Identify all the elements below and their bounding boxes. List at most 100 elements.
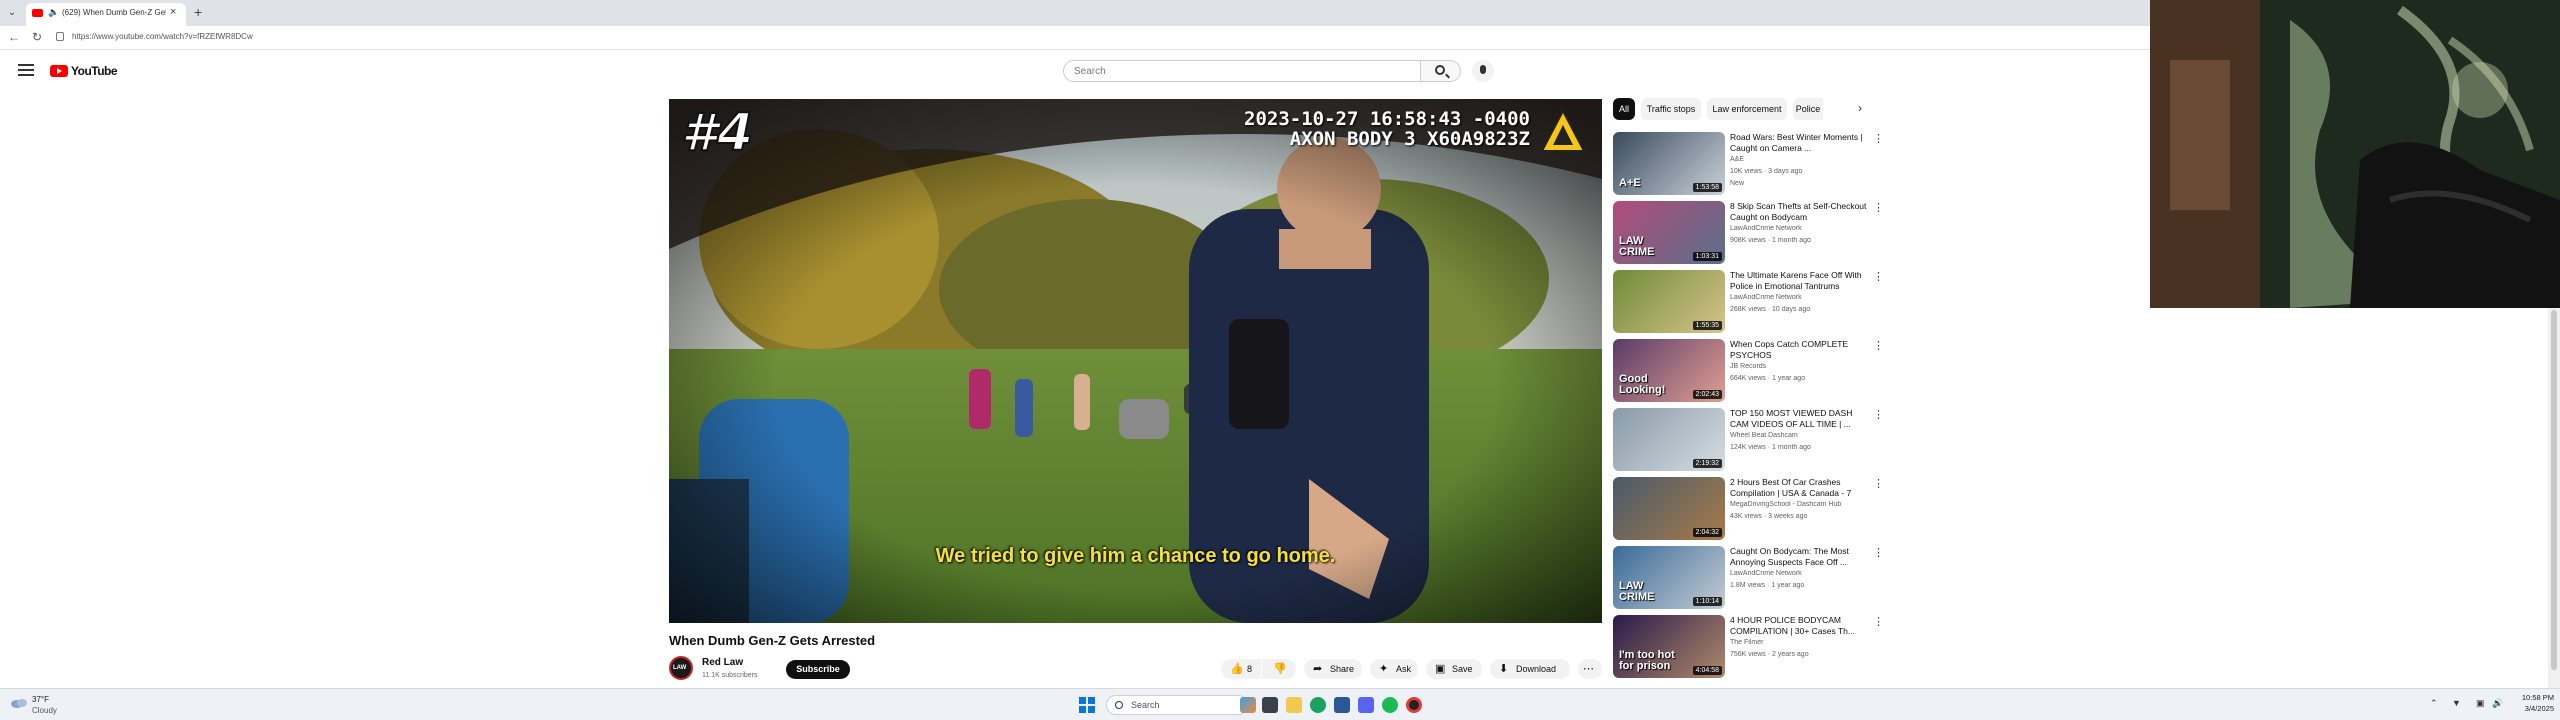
- recommendation-channel[interactable]: JB Records: [1730, 363, 1870, 370]
- app-icon[interactable]: [1334, 697, 1350, 713]
- taskbar-search[interactable]: Search: [1106, 695, 1248, 715]
- clock-date: 3/4/2025: [2524, 704, 2554, 713]
- channel-name[interactable]: Red Law: [702, 657, 743, 668]
- windows-start-icon[interactable]: [1079, 697, 1095, 713]
- recommendation-channel[interactable]: LawAndCrime Network: [1730, 294, 1870, 301]
- page-scrollbar[interactable]: [2548, 308, 2560, 688]
- recommendation-item[interactable]: Good Looking! 2:02:43 When Cops Catch COMP…: [1613, 339, 1883, 403]
- download-button[interactable]: ⬇ Download: [1490, 659, 1570, 679]
- recommendation-item[interactable]: 1:55:35 The Ultimate Karens Face Off With…: [1613, 270, 1883, 334]
- recommendation-channel[interactable]: MegaDrivingSchool - Dashcam Hub: [1730, 501, 1870, 508]
- mouse-cursor-icon: [2016, 517, 2022, 527]
- tab-list-chevron-icon[interactable]: ⌄: [4, 5, 20, 21]
- chrome-icon[interactable]: [1310, 697, 1326, 713]
- recommendation-item[interactable]: 2:04:32 2 Hours Best Of Car Crashes Compi…: [1613, 477, 1883, 541]
- recommendation-title[interactable]: The Ultimate Karens Face Off With Police…: [1730, 270, 1870, 292]
- recommendation-title[interactable]: TOP 150 MOST VIEWED DASH CAM VIDEOS OF A…: [1730, 408, 1870, 430]
- chips-next-arrow-icon[interactable]: ›: [1858, 101, 1862, 115]
- more-vertical-icon[interactable]: ⋮: [1873, 546, 1883, 559]
- tab-close-icon[interactable]: ×: [170, 6, 176, 18]
- volume-icon[interactable]: 🔊: [2492, 698, 2503, 709]
- more-actions-button[interactable]: ⋯: [1578, 659, 1602, 679]
- recommendation-thumbnail[interactable]: 2:04:32: [1613, 477, 1725, 540]
- recommendation-title[interactable]: 8 Skip Scan Thefts at Self-Checkout Caug…: [1730, 201, 1870, 223]
- recommendation-thumbnail[interactable]: 1:55:35: [1613, 270, 1725, 333]
- taskbar-clock[interactable]: 10:58 PM 3/4/2025: [2510, 693, 2554, 713]
- task-view-icon[interactable]: [1262, 697, 1278, 713]
- recommendation-channel[interactable]: The Filmer: [1730, 639, 1870, 646]
- recommendation-item[interactable]: A+E 1:53:58 Road Wars: Best Winter Moments…: [1613, 132, 1883, 196]
- save-button[interactable]: ▣ Save: [1426, 659, 1482, 679]
- recommendation-channel[interactable]: LawAndCrime Network: [1730, 570, 1870, 577]
- weather-widget[interactable]: 37°F Cloudy: [10, 694, 90, 716]
- like-button[interactable]: 👍 8: [1221, 659, 1261, 679]
- browser-tab-active[interactable]: 🔈 (629) When Dumb Gen-Z Gets Arrested - …: [26, 3, 186, 26]
- bodycam-overlay: 2023-10-27 16:58:43 -0400 AXON BODY 3 X6…: [1244, 109, 1530, 149]
- recommendation-thumbnail[interactable]: A+E 1:53:58: [1613, 132, 1725, 195]
- taskbar-search-label: Search: [1131, 700, 1160, 710]
- recommendation-title[interactable]: Caught On Bodycam: The Most Annoying Sus…: [1730, 546, 1870, 568]
- spotify-icon[interactable]: [1382, 697, 1398, 713]
- clock-time: 10:58 PM: [2521, 693, 2554, 702]
- hamburger-menu-icon[interactable]: [18, 64, 34, 78]
- url-field[interactable]: https://www.youtube.com/watch?v=fRZEfWR8…: [52, 29, 1652, 46]
- chip-police[interactable]: Police: [1793, 98, 1823, 120]
- recommendation-thumbnail[interactable]: LAW CRIME 1:03:31: [1613, 201, 1725, 264]
- more-vertical-icon[interactable]: ⋮: [1873, 270, 1883, 283]
- back-arrow-icon[interactable]: ←: [8, 30, 20, 44]
- recommendation-item[interactable]: I'm too hot for prison 4:04:58 4 HOUR POLI…: [1613, 615, 1883, 679]
- chip-law-enforcement[interactable]: Law enforcement: [1707, 98, 1787, 120]
- recommendation-title[interactable]: 4 HOUR POLICE BODYCAM COMPILATION | 30+ …: [1730, 615, 1870, 637]
- recommendation-title[interactable]: Road Wars: Best Winter Moments | Caught …: [1730, 132, 1870, 154]
- recommendation-thumbnail[interactable]: Good Looking! 2:02:43: [1613, 339, 1725, 402]
- recommendation-thumbnail[interactable]: I'm too hot for prison 4:04:58: [1613, 615, 1725, 678]
- new-tab-button[interactable]: +: [194, 4, 202, 20]
- recommendation-stats: 664K views · 1 year ago: [1730, 375, 1806, 382]
- recommendation-item[interactable]: LAW CRIME 1:10:14 Caught On Bodycam: The M…: [1613, 546, 1883, 610]
- more-vertical-icon[interactable]: ⋮: [1873, 339, 1883, 352]
- ask-button[interactable]: ✦ Ask: [1370, 659, 1418, 679]
- recommendation-channel[interactable]: Wheel Beat Dashcam: [1730, 432, 1870, 439]
- more-vertical-icon[interactable]: ⋮: [1873, 615, 1883, 628]
- search-button[interactable]: [1421, 60, 1461, 82]
- more-vertical-icon[interactable]: ⋮: [1873, 132, 1883, 145]
- recommendation-thumbnail[interactable]: LAW CRIME 1:10:14: [1613, 546, 1725, 609]
- channel-avatar[interactable]: LAW: [669, 656, 693, 680]
- subscribe-button[interactable]: Subscribe: [786, 660, 850, 679]
- recommendation-title[interactable]: When Cops Catch COMPLETE PSYCHOS: [1730, 339, 1870, 361]
- recommendation-channel[interactable]: A&E: [1730, 156, 1870, 163]
- youtube-play-icon: [50, 65, 68, 77]
- discord-icon[interactable]: [1358, 697, 1374, 713]
- search-highlight-icon[interactable]: [1240, 697, 1256, 713]
- network-icon[interactable]: ▣: [2476, 698, 2485, 709]
- chip-traffic-stops[interactable]: Traffic stops: [1641, 98, 1701, 120]
- tab-title: (629) When Dumb Gen-Z Gets Arrested - Yo…: [62, 8, 166, 17]
- more-vertical-icon[interactable]: ⋮: [1873, 201, 1883, 214]
- recording-app-icon[interactable]: [1406, 697, 1422, 713]
- speaker-icon[interactable]: 🔈: [48, 7, 59, 18]
- more-vertical-icon[interactable]: ⋮: [1873, 477, 1883, 490]
- voice-search-button[interactable]: [1472, 60, 1494, 82]
- file-explorer-icon[interactable]: [1286, 697, 1302, 713]
- tray-chevron-icon[interactable]: ⌃: [2430, 698, 2438, 709]
- search-input[interactable]: Search: [1063, 60, 1421, 82]
- dislike-button[interactable]: 👎: [1262, 659, 1296, 679]
- recommendation-title[interactable]: 2 Hours Best Of Car Crashes Compilation …: [1730, 477, 1870, 499]
- channel-avatar-text: LAW: [673, 665, 687, 671]
- video-player[interactable]: #4 2023-10-27 16:58:43 -0400 AXON BODY 3…: [669, 99, 1602, 623]
- recommendation-channel[interactable]: LawAndCrime Network: [1730, 225, 1870, 232]
- recommendation-item[interactable]: 2:19:32 TOP 150 MOST VIEWED DASH CAM VIDE…: [1613, 408, 1883, 472]
- usb-icon[interactable]: ▼: [2452, 698, 2461, 708]
- bodycam-timestamp: 2023-10-27 16:58:43 -0400: [1244, 108, 1530, 130]
- recommendation-thumbnail[interactable]: 2:19:32: [1613, 408, 1725, 471]
- share-button[interactable]: ➦ Share: [1304, 659, 1362, 679]
- recommendation-item[interactable]: LAW CRIME 1:03:31 8 Skip Scan Thefts at Se…: [1613, 201, 1883, 265]
- screen: ⌄ 🔈 (629) When Dumb Gen-Z Gets Arrested …: [0, 0, 2560, 720]
- reload-icon[interactable]: ↻: [32, 30, 42, 44]
- scrollbar-thumb[interactable]: [2551, 310, 2557, 670]
- search-icon: [1115, 701, 1123, 709]
- search-placeholder: Search: [1074, 66, 1106, 77]
- bodycam-device: AXON BODY 3 X60A9823Z: [1289, 128, 1530, 150]
- chip-all[interactable]: All: [1613, 98, 1635, 120]
- more-vertical-icon[interactable]: ⋮: [1873, 408, 1883, 421]
